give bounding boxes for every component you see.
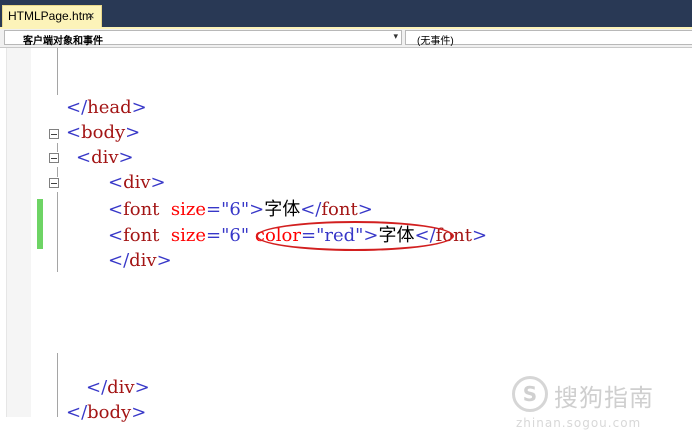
tag-name: body [87, 402, 132, 423]
code-line-font-size: <font size="6">字体</font> [108, 197, 373, 223]
changed-lines-marker [37, 199, 43, 249]
tag-name: font [123, 199, 160, 220]
code-line-inner-div-open: <div> [108, 170, 166, 196]
tag-name: div [91, 147, 119, 168]
tag-bracket: > [156, 250, 172, 271]
collapse-div-icon[interactable] [49, 153, 59, 163]
events-dropdown[interactable]: (无事件) [405, 30, 692, 47]
attribute-value: "6" [221, 199, 250, 220]
tag-bracket: < [108, 199, 124, 220]
tag-bracket: > [357, 199, 373, 220]
outline-guide [57, 143, 58, 152]
watermark-name: 搜狗指南 [554, 384, 654, 412]
text-content: 字体 [264, 199, 301, 220]
collapse-inner-div-icon[interactable] [49, 178, 59, 188]
code-line-body-open: <body> [66, 120, 140, 146]
watermark-url: zhinan.sogou.com [516, 416, 642, 430]
tab-htmlpage[interactable]: HTMLPage.htm × [2, 5, 102, 27]
tag-name: font [321, 199, 358, 220]
tab-title: HTMLPage.htm [8, 9, 93, 23]
code-editor[interactable]: </head> <body> <div> <div> <font size="6… [0, 48, 692, 430]
collapse-body-icon[interactable] [49, 129, 59, 139]
attribute-value: "6" [221, 225, 250, 246]
tag-bracket: > [150, 172, 166, 193]
client-objects-value: 客户端对象和事件 [23, 36, 103, 47]
tag-name: div [129, 250, 157, 271]
tag-bracket: > [134, 377, 150, 398]
code-line-div-close: </div> [86, 375, 150, 401]
tag-bracket: </ [300, 199, 322, 220]
tag-name: head [87, 97, 132, 118]
tag-bracket: > [249, 199, 265, 220]
tag-bracket: </ [66, 97, 88, 118]
client-objects-dropdown[interactable]: 客户端对象和事件 ▾ [4, 30, 402, 47]
code-line-inner-div-close: </div> [108, 248, 172, 274]
attribute-name: size [170, 225, 207, 246]
tag-bracket: < [108, 172, 124, 193]
sogou-logo-icon: S [512, 376, 548, 412]
attribute-name: size [170, 199, 207, 220]
events-value: (无事件) [417, 36, 454, 47]
tag-bracket: </ [86, 377, 108, 398]
outline-guide [57, 353, 58, 417]
tag-bracket: > [125, 122, 141, 143]
tag-bracket: < [108, 225, 124, 246]
tag-bracket: > [472, 225, 488, 246]
tag-name: body [81, 122, 126, 143]
tag-name: div [123, 172, 151, 193]
outline-guide [57, 167, 58, 177]
annotation-oval [256, 221, 454, 251]
tag-bracket: > [118, 147, 134, 168]
document-tab-bar: HTMLPage.htm × [0, 0, 692, 28]
tag-bracket: < [66, 122, 82, 143]
tag-bracket: < [76, 147, 92, 168]
chevron-down-icon[interactable]: ▾ [393, 31, 398, 42]
tag-name: div [107, 377, 135, 398]
tag-bracket: </ [66, 402, 88, 423]
tag-bracket: > [131, 97, 147, 118]
tag-bracket: </ [108, 250, 130, 271]
tag-bracket: > [131, 402, 147, 423]
outline-guide [57, 192, 58, 272]
equals-sign: = [206, 225, 222, 246]
indicator-margin [6, 48, 31, 417]
close-icon[interactable]: × [87, 8, 95, 23]
outline-guide [57, 48, 58, 95]
navigation-bar: 客户端对象和事件 ▾ (无事件) [0, 29, 692, 48]
code-line-div-open: <div> [76, 145, 134, 171]
code-line-body-close: </body> [66, 400, 146, 426]
equals-sign: = [206, 199, 222, 220]
tag-name: font [123, 225, 160, 246]
code-line-head-close: </head> [66, 95, 147, 121]
